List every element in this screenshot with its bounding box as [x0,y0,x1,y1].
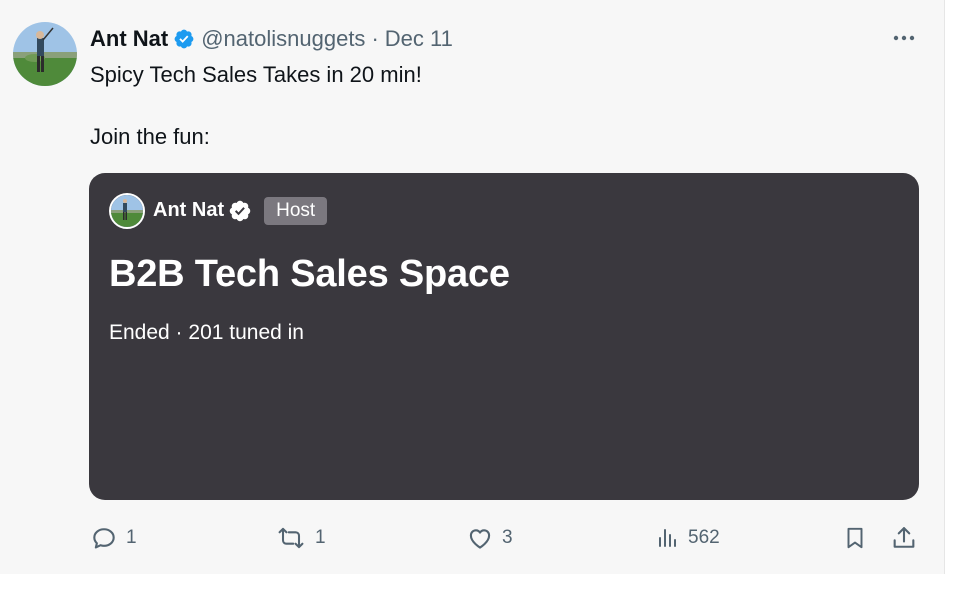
tweet-text-line: Spicy Tech Sales Takes in 20 min! [90,62,422,87]
tweet-text-line: Join the fun: [90,124,210,149]
retweet-button[interactable]: 1 [275,520,326,556]
bookmark-button[interactable] [842,520,868,556]
space-status: Ended · 201 tuned in [109,321,304,344]
tweet-header: Ant Nat @natolisnuggets · Dec 11 [90,26,453,52]
author-avatar[interactable] [13,22,77,86]
separator-dot: · [371,26,379,51]
host-avatar [109,192,145,229]
verified-badge-icon[interactable] [173,28,195,50]
retweet-icon [278,527,304,549]
bookmark-icon [847,527,863,549]
retweet-count: 1 [315,527,326,548]
host-badge: Host [264,196,328,225]
tweet-date[interactable]: Dec 11 [385,26,453,52]
reply-count: 1 [126,527,137,548]
author-handle[interactable]: @natolisnuggets [201,26,365,52]
space-card[interactable]: Ant Nat Host B2B Tech Sales Space Ended … [89,173,919,500]
host-verified-icon [229,200,251,221]
author-name[interactable]: Ant Nat [90,26,168,52]
views-count: 562 [688,527,720,548]
like-button[interactable]: 3 [466,520,513,556]
tweet[interactable]: Ant Nat @natolisnuggets · Dec 11 Spicy T… [0,0,945,574]
reply-button[interactable]: 1 [90,520,137,556]
like-count: 3 [502,527,513,548]
reply-icon [93,528,115,549]
views-button[interactable]: 562 [656,520,720,556]
views-icon [659,529,676,547]
space-host-row: Ant Nat Host [109,192,328,229]
space-title: B2B Tech Sales Space [109,253,510,295]
share-button[interactable] [890,520,918,556]
share-icon [893,527,915,548]
more-icon[interactable] [888,28,920,48]
heart-icon [469,529,491,549]
action-bar: 1 1 3 562 [0,520,945,556]
host-name: Ant Nat [153,199,225,221]
